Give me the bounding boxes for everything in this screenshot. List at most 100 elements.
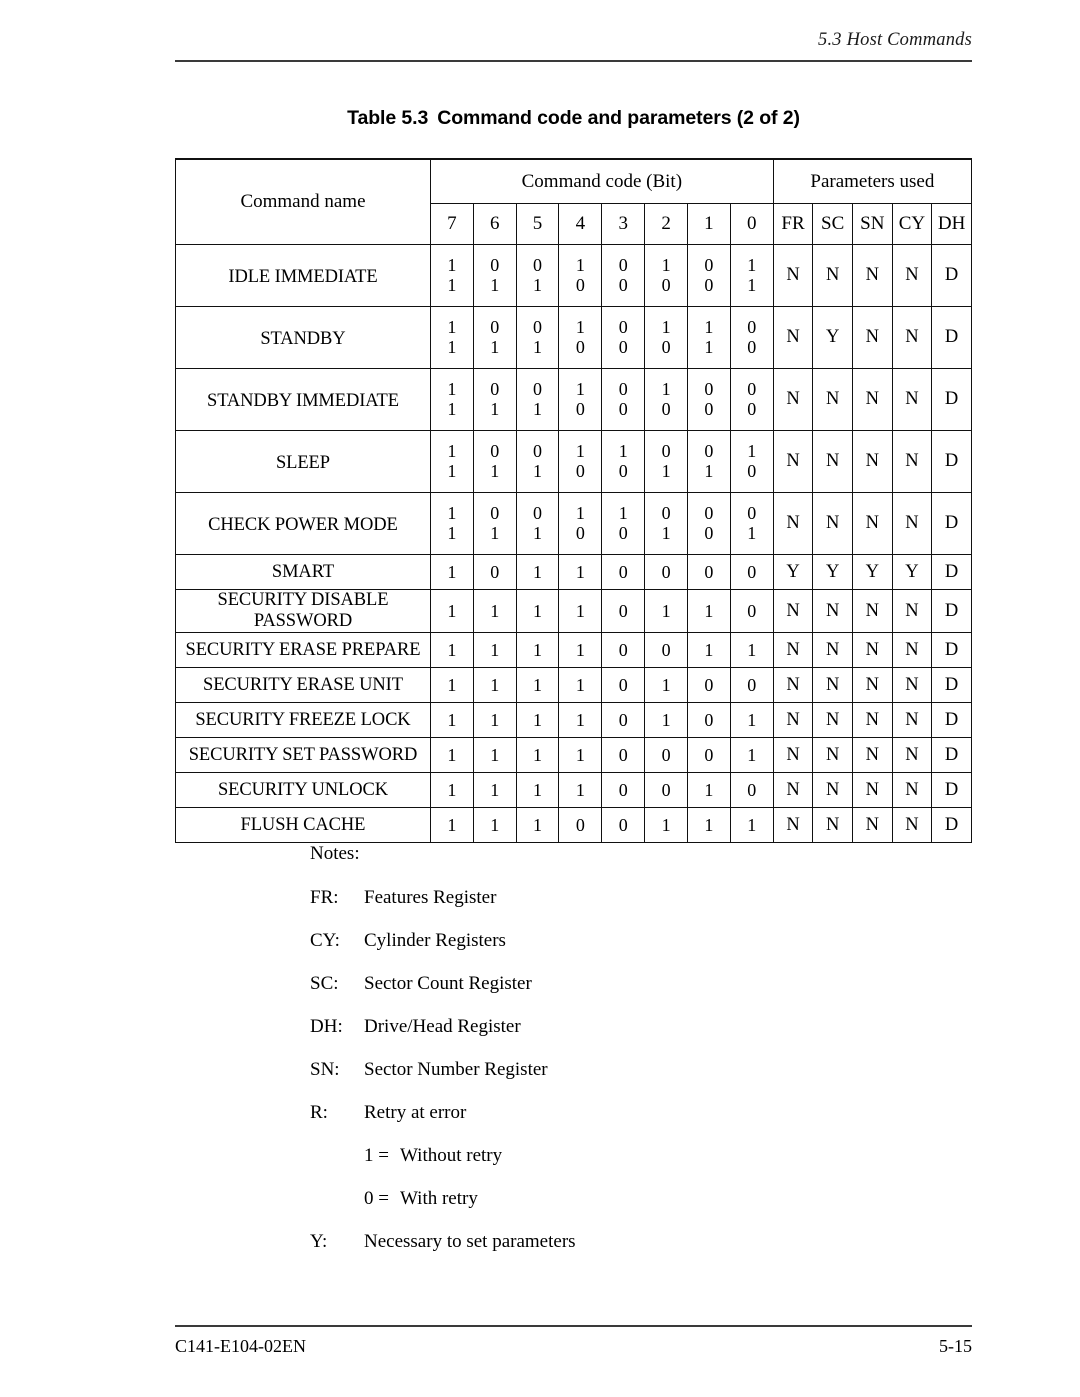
cell-param-dh: D <box>931 667 972 703</box>
bit-value-primary: 0 <box>661 780 671 800</box>
bit-value-secondary: 0 <box>575 274 585 295</box>
cell-param-sn: N <box>851 737 893 773</box>
bit-value-primary: 0 <box>618 601 628 621</box>
cell-bit-7: 1 <box>429 632 474 668</box>
bit-value-primary: 1 <box>447 780 457 800</box>
bit-value-primary: 0 <box>533 379 543 400</box>
cell-param-sc: Y <box>812 306 853 369</box>
bit-value-primary: 0 <box>490 503 500 524</box>
cell-param-fr: Y <box>772 554 814 590</box>
cell-param-sn: N <box>851 368 893 431</box>
cell-param-fr: N <box>772 306 814 369</box>
bit-value-primary: 0 <box>704 255 714 276</box>
cell-param-sc: N <box>812 737 853 773</box>
cell-bit-4: 1 <box>558 667 603 703</box>
header-bit-1: 1 <box>687 203 731 245</box>
cell-bit-0: 0 <box>729 554 774 590</box>
bit-value-primary: 0 <box>704 745 714 765</box>
cell-bit-4: 1 <box>558 737 603 773</box>
cell-bit-7: 1 <box>429 554 474 590</box>
cell-command-name: SMART <box>175 554 431 590</box>
bit-value-secondary: 1 <box>747 522 757 543</box>
cell-bit-3: 0 <box>601 632 646 668</box>
bit-value-primary: 0 <box>490 317 500 338</box>
cell-bit-0: 0 <box>729 589 774 633</box>
cell-bit-7: 1 <box>429 772 474 808</box>
note-value: Drive/Head Register <box>364 1016 521 1037</box>
bit-value-primary: 0 <box>661 441 671 462</box>
note-value: Retry at error <box>364 1102 467 1123</box>
note-key: Y: <box>310 1231 328 1252</box>
bit-value-primary: 1 <box>533 675 543 695</box>
bit-value-primary: 1 <box>747 255 757 276</box>
bit-value-primary: 1 <box>447 745 457 765</box>
cell-command-name: CHECK POWER MODE <box>175 492 431 555</box>
cell-bit-3: 0 <box>601 589 646 633</box>
cell-bit-6: 1 <box>472 772 517 808</box>
table-row: SECURITY SET PASSWORD 1 1 1 1 0 0 0 1 N N N N D <box>175 737 972 773</box>
cell-param-dh: D <box>931 368 972 431</box>
bit-value-secondary: 1 <box>533 336 543 357</box>
bit-value-secondary: 1 <box>533 398 543 419</box>
cell-bit-7: 1 <box>429 589 474 633</box>
cell-bit-0: 0 <box>729 667 774 703</box>
cell-param-sc: N <box>812 430 853 493</box>
header-param-dh: DH <box>931 203 972 245</box>
cell-param-dh: D <box>931 632 972 668</box>
bit-value-secondary: 0 <box>661 274 671 295</box>
note-entry: 0 = With retry <box>310 1188 910 1210</box>
cell-bit-7: 1 <box>429 737 474 773</box>
bit-value-primary: 1 <box>533 710 543 730</box>
cell-bit-5: 1 <box>515 667 560 703</box>
cell-param-fr: N <box>772 430 814 493</box>
cell-bit-4: 1 <box>558 632 603 668</box>
cell-bit-0: 00 <box>729 368 774 431</box>
cell-param-sc: Y <box>812 554 853 590</box>
cell-param-sc: N <box>812 492 853 555</box>
cell-bit-2: 0 <box>644 554 688 590</box>
cell-param-dh: D <box>931 589 972 633</box>
note-entry: DH: Drive/Head Register <box>310 1016 910 1038</box>
cell-bit-1: 1 <box>687 807 731 843</box>
bit-value-secondary: 0 <box>661 398 671 419</box>
cell-bit-1: 00 <box>687 492 731 555</box>
bit-value-secondary: 0 <box>747 460 757 481</box>
bit-value-primary: 1 <box>447 317 457 338</box>
bit-value-primary: 1 <box>747 710 757 730</box>
cell-bit-2: 1 <box>644 702 688 738</box>
cell-bit-2: 10 <box>644 368 688 431</box>
cell-param-sn: N <box>851 807 893 843</box>
bit-value-primary: 1 <box>575 675 585 695</box>
bit-value-secondary: 0 <box>704 522 714 543</box>
header-param-sn: SN <box>851 203 893 245</box>
header-command-name: Command name <box>175 158 431 245</box>
bit-value-primary: 0 <box>704 710 714 730</box>
table-caption-label: Table 5.3 <box>347 107 429 129</box>
cell-param-sn: N <box>851 306 893 369</box>
bit-value-primary: 1 <box>447 710 457 730</box>
cell-bit-5: 1 <box>515 737 560 773</box>
cell-param-fr: N <box>772 667 814 703</box>
cell-command-name: SLEEP <box>175 430 431 493</box>
cell-command-name: STANDBY IMMEDIATE <box>175 368 431 431</box>
cell-bit-0: 00 <box>729 306 774 369</box>
cell-param-fr: N <box>772 589 814 633</box>
bit-value-primary: 1 <box>575 503 585 524</box>
bit-value-primary: 1 <box>447 503 457 524</box>
cell-param-fr: N <box>772 807 814 843</box>
cell-param-cy: N <box>891 306 933 369</box>
cell-bit-0: 10 <box>729 430 774 493</box>
bit-value-secondary: 1 <box>447 460 457 481</box>
cell-param-sc: N <box>812 589 853 633</box>
bit-value-primary: 1 <box>575 317 585 338</box>
cell-bit-5: 01 <box>515 492 560 555</box>
bit-value-primary: 1 <box>575 745 585 765</box>
cell-command-name: SECURITY DISABLE PASSWORD <box>175 589 431 633</box>
bit-value-secondary: 0 <box>747 336 757 357</box>
cell-param-sn: Y <box>851 554 893 590</box>
cell-bit-5: 01 <box>515 306 560 369</box>
cell-bit-6: 01 <box>472 244 517 307</box>
cell-param-cy: Y <box>891 554 933 590</box>
cell-param-sc: N <box>812 807 853 843</box>
cell-bit-6: 1 <box>472 702 517 738</box>
